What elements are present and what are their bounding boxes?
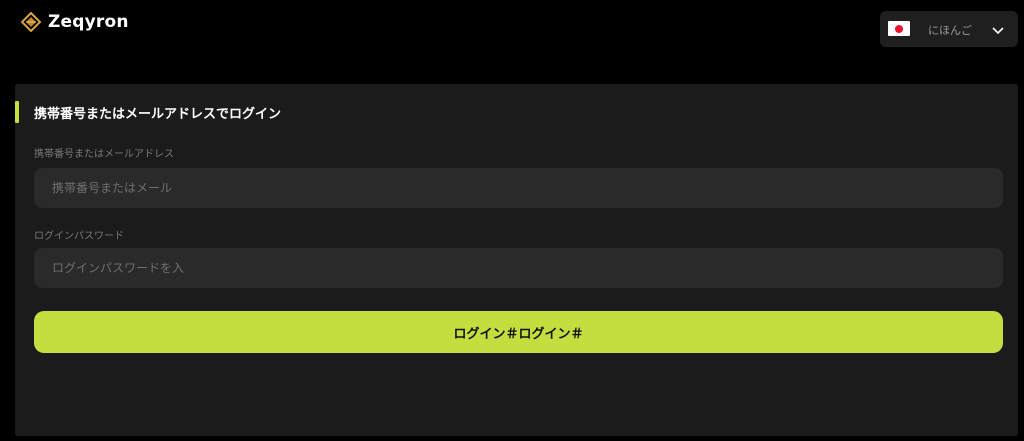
login-panel: 携帯番号またはメールアドレスでログイン 携帯番号またはメールアドレス ログインパ… (15, 84, 1018, 436)
flag-circle (895, 24, 903, 33)
top-bar: Zeqyron にほんご (0, 0, 1024, 60)
brand[interactable]: Zeqyron (21, 12, 129, 32)
language-selector[interactable]: にほんご (880, 11, 1018, 47)
login-button[interactable]: ログイン＃ログイン＃ (34, 311, 1003, 353)
account-field-label: 携帯番号またはメールアドレス (34, 149, 174, 160)
diamond-logo-icon (21, 12, 41, 32)
password-input[interactable] (34, 248, 1003, 288)
japan-flag-icon (888, 21, 910, 36)
brand-name: Zeqyron (48, 12, 129, 32)
language-label: にほんご (928, 24, 972, 37)
account-input[interactable] (34, 168, 1003, 208)
title-accent-bar (15, 101, 19, 123)
chevron-down-icon (992, 27, 1004, 35)
login-title: 携帯番号またはメールアドレスでログイン (34, 107, 282, 122)
password-field-label: ログインパスワード (34, 231, 124, 242)
